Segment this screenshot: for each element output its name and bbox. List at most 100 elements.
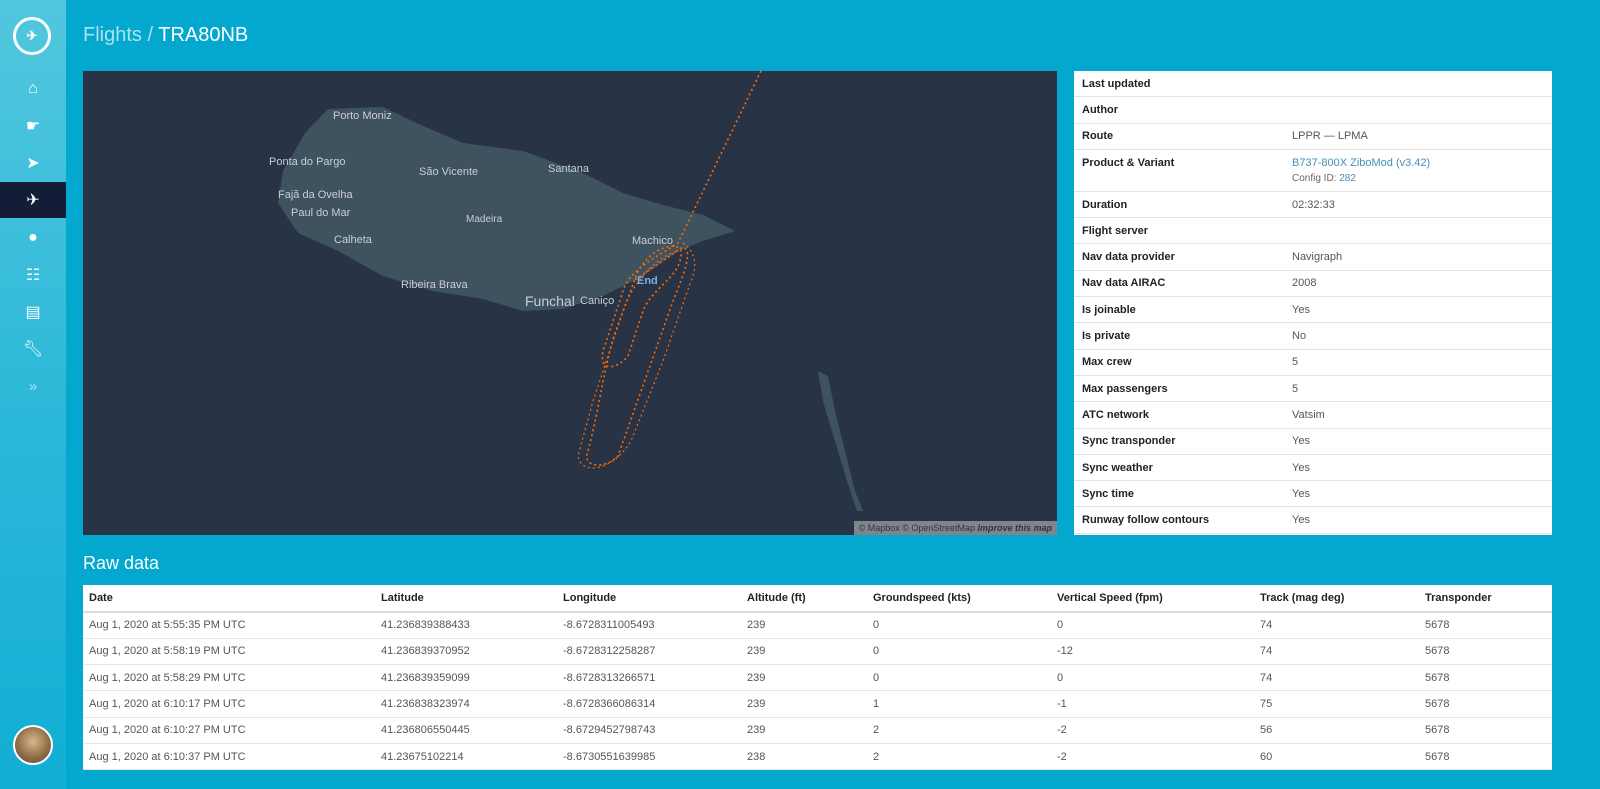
info-value: Vatsim — [1292, 408, 1325, 421]
table-cell: 5678 — [1419, 690, 1552, 718]
hand-pointer-icon[interactable]: ☛ — [0, 108, 66, 144]
info-value: 2008 — [1292, 277, 1317, 290]
table-cell: 56 — [1254, 717, 1419, 744]
raw-data-table: Date Latitude Longitude Altitude (ft) Ground… — [83, 585, 1552, 771]
table-cell: -8.6728312258287 — [557, 638, 741, 666]
info-value: Yes — [1292, 487, 1310, 500]
map-label: Machico — [632, 235, 673, 247]
info-row: Runway follow contours Yes — [1074, 507, 1552, 534]
info-label: Nav data AIRAC — [1082, 277, 1166, 290]
column-header[interactable]: Longitude — [557, 585, 741, 613]
table-cell: 239 — [741, 690, 867, 718]
info-row: Max passengers 5 — [1074, 376, 1552, 403]
mapbox-link[interactable]: © Mapbox — [859, 523, 900, 533]
info-label: Max passengers — [1082, 382, 1168, 395]
sidebar: ✈ ⌂ ☛ ➤ ✈ ● ☷ ▤ 🔧︎ » — [0, 0, 66, 789]
info-label: Is private — [1082, 330, 1131, 343]
flight-map[interactable]: Porto Moniz Ponta do Pargo São Vicente S… — [83, 71, 1057, 535]
app-logo[interactable]: ✈ — [13, 17, 51, 55]
column-header[interactable]: Track (mag deg) — [1254, 585, 1419, 613]
info-value: 5 — [1292, 382, 1299, 395]
avatar[interactable] — [13, 725, 53, 765]
table-cell: Aug 1, 2020 at 6:10:17 PM UTC — [83, 690, 375, 718]
table-cell: 5678 — [1419, 743, 1552, 771]
paper-plane-icon[interactable]: ➤ — [0, 145, 66, 181]
table-header: Date Latitude Longitude Altitude (ft) Ground… — [83, 585, 1552, 613]
improve-map-link[interactable]: Improve this map — [977, 523, 1052, 533]
map-label: Ribeira Brava — [401, 279, 469, 291]
config-id-link[interactable]: 282 — [1339, 173, 1356, 184]
info-row: ATC network Vatsim — [1074, 402, 1552, 429]
info-row: Is joinable Yes — [1074, 297, 1552, 324]
table-cell: Aug 1, 2020 at 6:10:27 PM UTC — [83, 717, 375, 744]
info-label: Runway follow contours — [1082, 514, 1210, 527]
table-cell: 74 — [1254, 612, 1419, 639]
osm-link[interactable]: © OpenStreetMap — [902, 523, 975, 533]
table-cell: 41.236839388433 — [375, 612, 557, 639]
table-cell: Aug 1, 2020 at 5:58:19 PM UTC — [83, 638, 375, 666]
table-cell: 41.236806550445 — [375, 717, 557, 744]
info-row: Sync weather Yes — [1074, 455, 1552, 482]
table-cell: 5678 — [1419, 612, 1552, 639]
table-cell: 74 — [1254, 638, 1419, 666]
column-header[interactable]: Groundspeed (kts) — [867, 585, 1051, 613]
table-row: Aug 1, 2020 at 6:10:27 PM UTC 41.23680655… — [83, 717, 1552, 744]
info-label: ATC network — [1082, 408, 1150, 421]
table-cell: 41.236839359099 — [375, 664, 557, 692]
table-cell: 238 — [741, 743, 867, 771]
table-cell: -8.6728366086314 — [557, 690, 741, 718]
map-label: Porto Moniz — [333, 110, 392, 122]
desertas-island — [818, 371, 863, 511]
table-row: Aug 1, 2020 at 5:55:35 PM UTC 41.23683938… — [83, 612, 1552, 639]
info-row: Route LPPR — LPMA — [1074, 124, 1552, 150]
globe-icon[interactable]: ● — [0, 220, 66, 256]
table-cell: -8.6730551639985 — [557, 743, 741, 771]
info-row: Author — [1074, 97, 1552, 124]
column-header[interactable]: Vertical Speed (fpm) — [1051, 585, 1254, 613]
info-value: Yes — [1292, 514, 1310, 527]
product-link[interactable]: B737-800X ZiboMod (v3.42) — [1292, 157, 1430, 169]
table-cell: 41.236839370952 — [375, 638, 557, 666]
map-attribution: © Mapbox © OpenStreetMap Improve this ma… — [853, 521, 1057, 535]
column-header[interactable]: Altitude (ft) — [741, 585, 867, 613]
table-cell: -8.6728313266571 — [557, 664, 741, 692]
table-cell: 0 — [867, 664, 1051, 692]
plane-departure-icon[interactable]: ✈ — [0, 182, 66, 218]
chevron-double-right-icon[interactable]: » — [0, 368, 66, 404]
info-value: Navigraph — [1292, 251, 1343, 264]
id-card-icon[interactable]: ▤ — [0, 294, 66, 330]
info-row: Is private No — [1074, 323, 1552, 350]
breadcrumb-separator: / — [147, 24, 154, 46]
map-label: Santana — [548, 163, 590, 175]
table-cell: 2 — [867, 743, 1051, 771]
table-row: Aug 1, 2020 at 5:58:19 PM UTC 41.23683937… — [83, 638, 1552, 666]
info-row: Max crew 5 — [1074, 350, 1552, 376]
table-cell: 2 — [867, 717, 1051, 744]
info-row: Nav data AIRAC 2008 — [1074, 271, 1552, 298]
map-label: Madeira — [466, 214, 503, 225]
info-row: Duration 02:32:33 — [1074, 192, 1552, 219]
map-label: Ponta do Pargo — [269, 156, 345, 168]
table-cell: -2 — [1051, 717, 1254, 744]
breadcrumb-flights[interactable]: Flights — [83, 24, 142, 46]
table-cell: 5678 — [1419, 717, 1552, 744]
column-header[interactable]: Transponder — [1419, 585, 1552, 613]
info-label: Max crew — [1082, 356, 1132, 369]
info-value: Yes — [1292, 435, 1310, 448]
table-cell: Aug 1, 2020 at 6:10:37 PM UTC — [83, 743, 375, 771]
table-row: Aug 1, 2020 at 6:10:17 PM UTC 41.23683832… — [83, 690, 1552, 718]
info-label: Is joinable — [1082, 303, 1136, 316]
sitemap-icon[interactable]: ☷ — [0, 257, 66, 293]
home-icon[interactable]: ⌂ — [0, 71, 66, 107]
column-header[interactable]: Date — [83, 585, 375, 613]
info-value: Yes — [1292, 461, 1310, 474]
info-label: Author — [1082, 103, 1119, 116]
map-label: Calheta — [334, 234, 373, 246]
table-cell: 60 — [1254, 743, 1419, 771]
info-label: Product & Variant — [1082, 156, 1175, 169]
wrench-icon[interactable]: 🔧︎ — [0, 331, 66, 367]
map-label: Paul do Mar — [291, 207, 351, 219]
info-label: Last updated — [1082, 77, 1151, 90]
column-header[interactable]: Latitude — [375, 585, 557, 613]
table-row: Aug 1, 2020 at 5:58:29 PM UTC 41.23683935… — [83, 664, 1552, 692]
